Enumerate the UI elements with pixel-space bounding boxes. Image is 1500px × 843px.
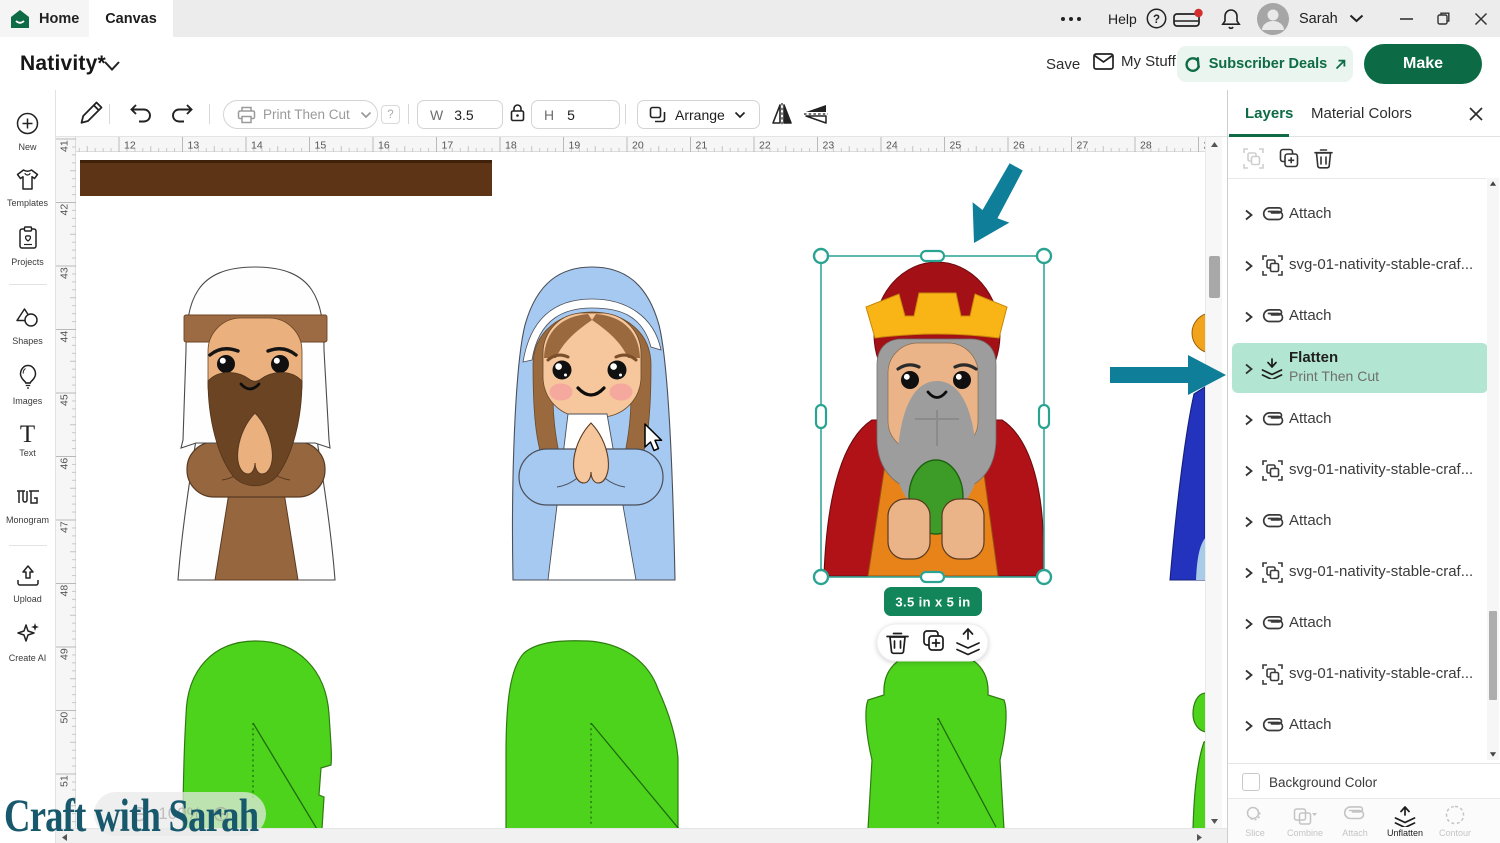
svg-text:48: 48: [59, 585, 71, 597]
svg-text:3.5 in x 5 in: 3.5 in x 5 in: [895, 595, 970, 610]
svg-text:22: 22: [759, 140, 771, 152]
svg-text:42: 42: [59, 204, 71, 216]
svg-text:26: 26: [1013, 140, 1025, 152]
svg-text:25: 25: [950, 140, 962, 152]
svg-text:49: 49: [59, 648, 71, 660]
svg-text:46: 46: [59, 458, 71, 470]
svg-text:12: 12: [124, 140, 136, 152]
svg-text:28: 28: [1140, 140, 1152, 152]
svg-text:50: 50: [59, 712, 71, 724]
svg-text:47: 47: [59, 521, 71, 533]
svg-text:24: 24: [886, 140, 898, 152]
svg-text:51: 51: [59, 775, 71, 787]
svg-text:15: 15: [315, 140, 327, 152]
svg-text:16: 16: [378, 140, 390, 152]
svg-text:23: 23: [823, 140, 835, 152]
svg-text:45: 45: [59, 394, 71, 406]
svg-text:?: ?: [1153, 14, 1160, 26]
svg-text:17: 17: [442, 140, 454, 152]
svg-text:20: 20: [632, 140, 644, 152]
svg-text:44: 44: [59, 331, 71, 343]
svg-text:21: 21: [696, 140, 708, 152]
svg-text:18: 18: [505, 140, 517, 152]
svg-text:13: 13: [188, 140, 200, 152]
svg-text:41: 41: [59, 140, 71, 152]
svg-text:19: 19: [569, 140, 581, 152]
svg-text:27: 27: [1077, 140, 1089, 152]
svg-text:43: 43: [59, 267, 71, 279]
svg-text:14: 14: [251, 140, 263, 152]
